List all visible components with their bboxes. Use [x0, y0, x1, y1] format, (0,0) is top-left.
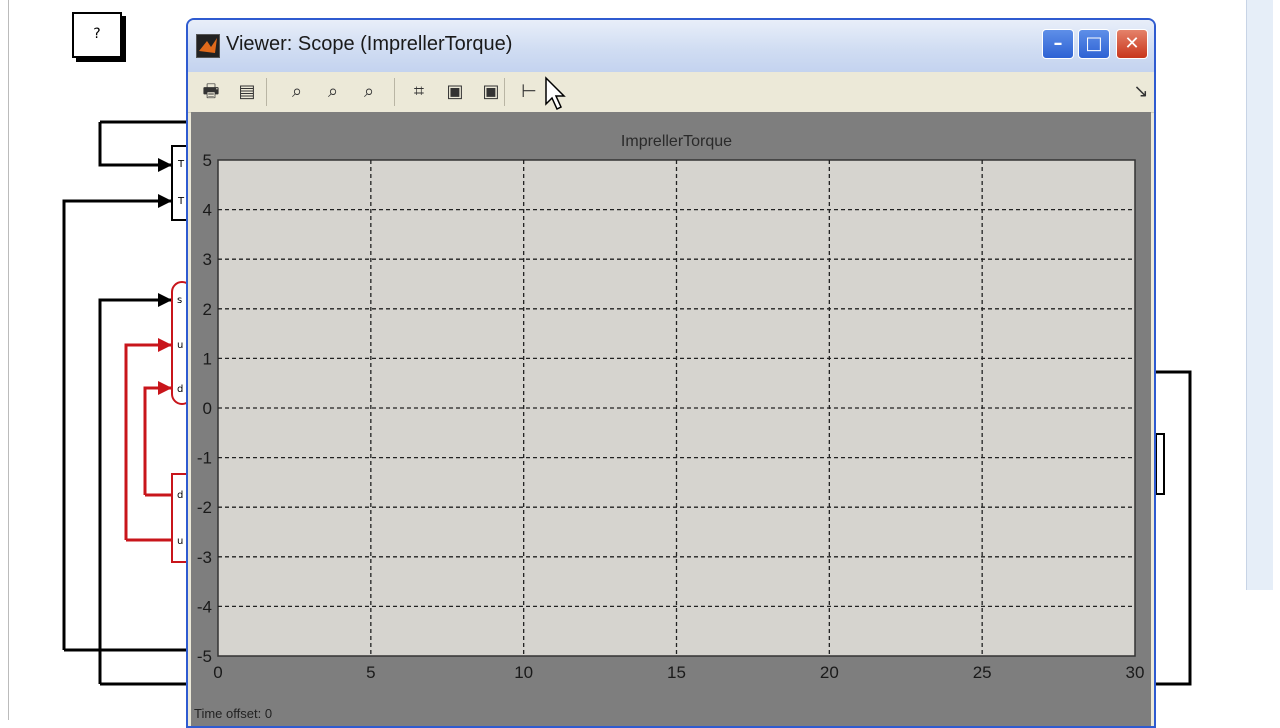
port-label: u — [177, 536, 183, 547]
x-tick-label: 15 — [667, 663, 686, 682]
signal-select-icon: ⊢ — [521, 81, 537, 102]
signal-line[interactable] — [62, 199, 172, 650]
y-tick-label: 3 — [203, 250, 212, 269]
binoculars-icon: ⌗ — [413, 81, 425, 102]
port-label: T — [177, 159, 185, 170]
y-tick-label: 4 — [203, 201, 212, 220]
window-title: Viewer: Scope (ImprellerTorque) — [226, 33, 513, 55]
zoom-y-icon: ⌕ — [363, 81, 375, 102]
toolbar-separator — [504, 78, 505, 106]
minimize-button[interactable]: – — [1042, 29, 1074, 59]
dock-icon[interactable]: ↘ — [1126, 78, 1154, 106]
y-tick-label: -2 — [197, 498, 212, 517]
plot-title: ImprellerTorque — [621, 133, 732, 150]
output-block[interactable] — [1155, 433, 1165, 495]
zoom-button[interactable]: ⌕ — [282, 78, 312, 106]
signal-line[interactable] — [124, 343, 172, 540]
scope-axes: ImprellerTorque0 5 10 15 20 25 30543210-1-2-3-… — [197, 133, 1145, 682]
signal-select-button[interactable]: ⊢ — [514, 78, 544, 106]
arrowhead — [158, 381, 172, 395]
vertical-scrollbar[interactable] — [1246, 0, 1273, 590]
restore-axes-button[interactable]: ▣ — [476, 78, 506, 106]
x-tick-label: 20 — [820, 663, 839, 682]
save-axes-icon: ▣ — [446, 81, 464, 102]
zoom-icon: ⌕ — [291, 81, 303, 102]
scope-plot-area: ImprellerTorque 0 5 10 15 20 25 30 5 4 3 2 1 0 -1 -2 -3-… — [191, 112, 1151, 726]
signal-line[interactable] — [1156, 370, 1192, 686]
autoscale-button[interactable]: ⌗ — [404, 78, 434, 106]
mouse-cursor-icon — [545, 76, 566, 111]
toolbar-separator — [394, 78, 395, 106]
printer-icon: 🖶 — [202, 81, 220, 102]
zoom-y-button[interactable]: ⌕ — [354, 78, 384, 106]
toolbar: 🖶 ▤ ⌕ ⌕ ⌕ ⌗ ▣ ▣ ⊢ ↘ — [188, 72, 1154, 113]
toolbar-separator — [266, 78, 267, 106]
scope-viewer-window[interactable]: Viewer: Scope (ImprellerTorque) – □ ✕ 🖶 ▤… — [186, 18, 1156, 728]
signal-line[interactable] — [98, 298, 172, 684]
y-tick-label: 5 — [203, 151, 212, 170]
port-label: s — [177, 295, 182, 306]
y-tick-label: -3 — [197, 548, 212, 567]
x-tick-label: 30 — [1126, 663, 1145, 682]
canvas-border — [8, 0, 9, 720]
y-tick-label: 1 — [203, 349, 212, 368]
port-label: u — [177, 340, 183, 351]
maximize-button[interactable]: □ — [1078, 29, 1110, 59]
close-button[interactable]: ✕ — [1116, 29, 1148, 59]
signal-line[interactable] — [98, 122, 172, 167]
port-label: d — [177, 490, 183, 501]
zoom-x-button[interactable]: ⌕ — [318, 78, 348, 106]
arrowhead — [158, 293, 172, 307]
time-offset-status: Time offset: 0 — [194, 706, 272, 721]
signal-line[interactable] — [143, 386, 172, 495]
x-tick-label: 0 — [213, 663, 222, 682]
y-tick-label: -4 — [197, 597, 212, 616]
arrowhead — [158, 194, 172, 208]
params-button[interactable]: ▤ — [232, 78, 262, 106]
x-tick-label: 5 — [366, 663, 375, 682]
arrowhead — [158, 158, 172, 172]
y-tick-label: -5 — [197, 647, 212, 666]
zoom-x-icon: ⌕ — [327, 81, 339, 102]
x-tick-label: 10 — [514, 663, 533, 682]
save-axes-button[interactable]: ▣ — [440, 78, 470, 106]
y-tick-label: -1 — [197, 449, 212, 468]
matlab-logo-icon — [196, 34, 220, 58]
restore-axes-icon: ▣ — [482, 81, 500, 102]
title-bar[interactable]: Viewer: Scope (ImprellerTorque) – □ ✕ — [188, 20, 1154, 73]
time-offset-value: 0 — [264, 706, 273, 721]
y-tick-label: 0 — [203, 399, 212, 418]
print-button[interactable]: 🖶 — [196, 78, 226, 106]
y-tick-label: 2 — [203, 300, 212, 319]
help-block[interactable]: ? — [72, 12, 122, 58]
port-label: T — [177, 196, 185, 207]
time-offset-label: Time offset: — [194, 706, 262, 721]
x-tick-label: 25 — [973, 663, 992, 682]
port-label: d — [177, 384, 183, 395]
parameters-icon: ▤ — [238, 81, 256, 102]
arrowhead — [158, 338, 172, 352]
